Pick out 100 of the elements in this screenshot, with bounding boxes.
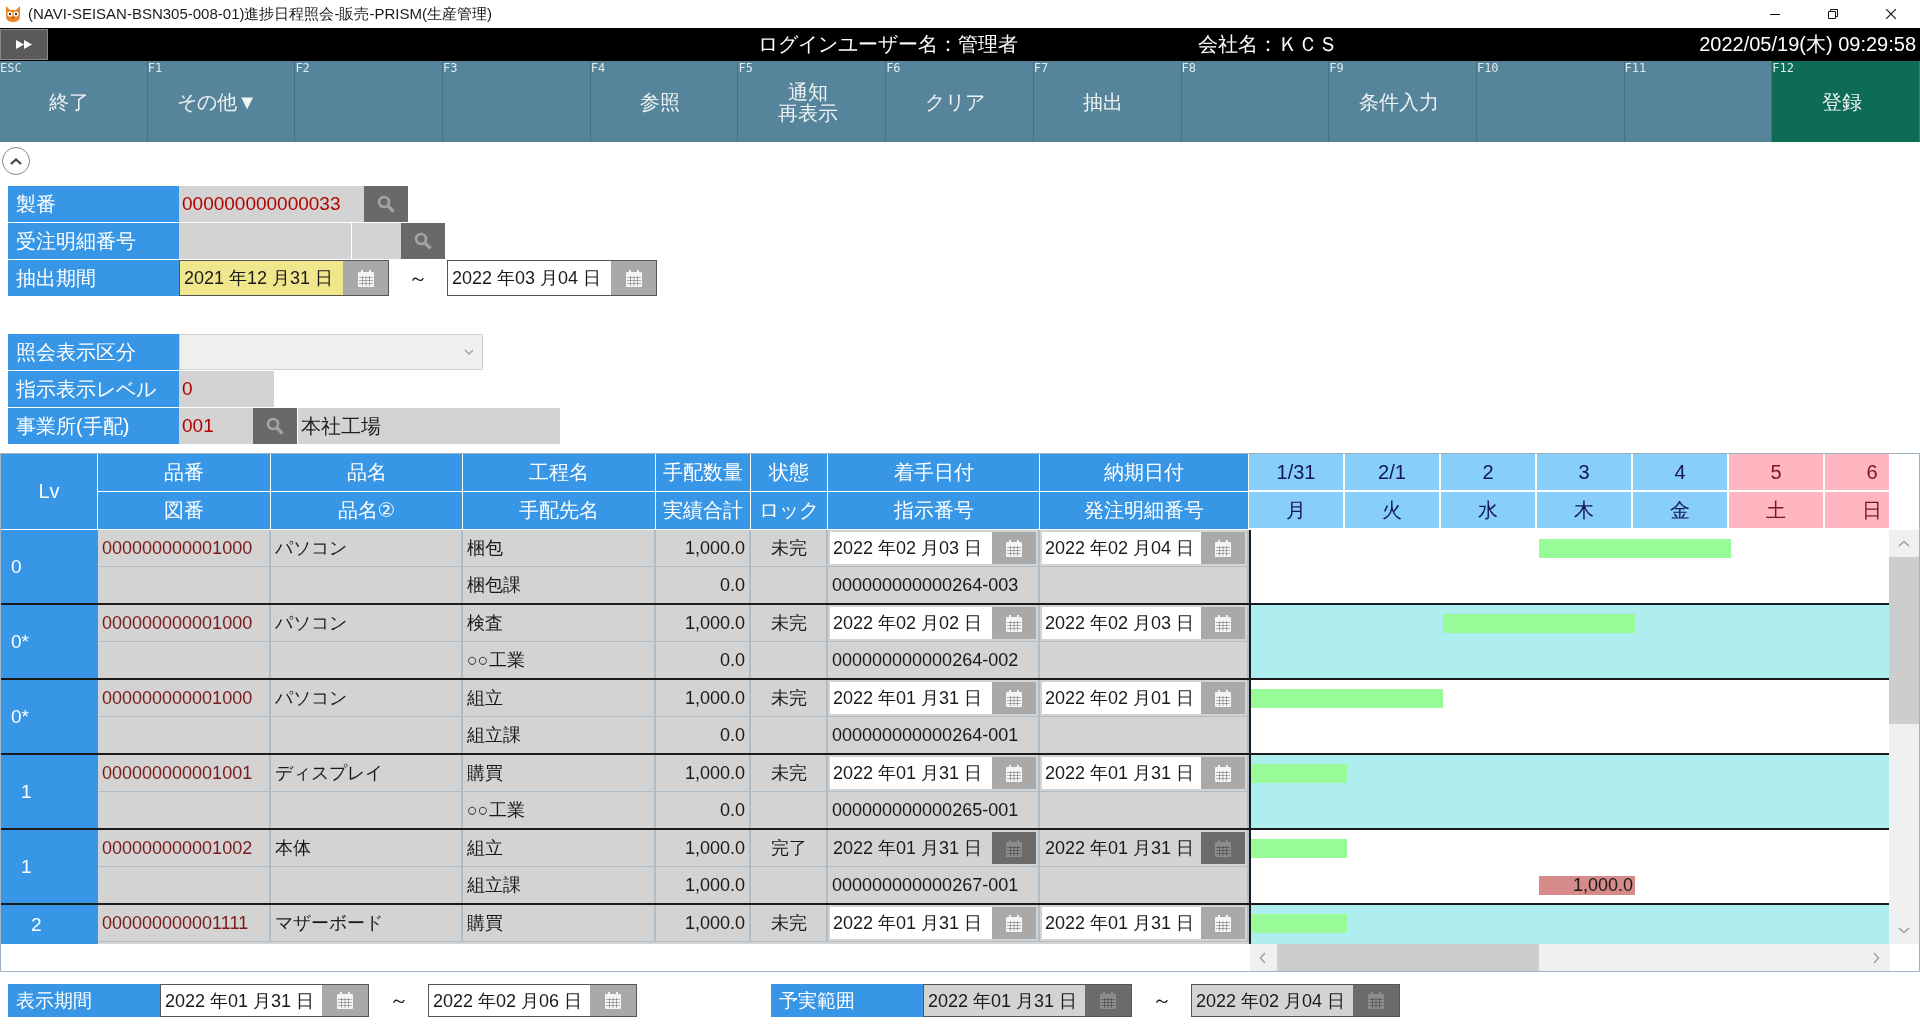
date-field[interactable]: 2022 年01 月31 日 — [830, 757, 992, 789]
date-field[interactable]: 2022 年02 月04 日 — [1042, 532, 1201, 564]
column-header: 発注明細番号 — [1040, 492, 1249, 530]
table-cell: ○○工業 — [463, 792, 656, 828]
table-cell: 組立 — [463, 680, 656, 717]
calendar-icon — [1215, 839, 1231, 857]
search-button[interactable] — [364, 186, 408, 222]
table-row[interactable]: 000000000001000 パソコン 検査 1,000.0 未完 2022 年02 月02 日 2022 年02 月03 日 ○○工業 0.0 000000000000264-002 — [98, 605, 1249, 678]
calendar-icon — [1215, 614, 1231, 632]
chevron-up-icon[interactable] — [1898, 540, 1910, 547]
table-cell: 1,000.0 — [656, 755, 751, 792]
function-key-button[interactable]: F1 その他▼ — [147, 61, 296, 142]
vertical-scrollbar[interactable] — [1889, 530, 1919, 944]
calendar-icon — [1215, 764, 1231, 782]
calendar-icon — [1006, 764, 1022, 782]
serial-number-field[interactable]: 000000000000033 — [179, 186, 364, 222]
weekday-header: 水 — [1441, 492, 1537, 530]
date-field[interactable]: 2022 年01 月31 日 — [830, 682, 992, 714]
field-label: 照会表示区分 — [8, 334, 179, 370]
date-field[interactable]: 2022 年02 月03 日 — [830, 532, 992, 564]
date-field[interactable]: 2022 年02 月03 日 — [1042, 607, 1201, 639]
table-cell: 000000000000265-001 — [828, 792, 1040, 828]
table-cell: 000000000001002 — [98, 830, 271, 867]
table-cell: 000000000000267-001 — [828, 867, 1040, 903]
date-header: 4 — [1633, 454, 1729, 492]
dropdown-field[interactable] — [179, 334, 483, 370]
table-cell: 購買 — [463, 905, 656, 942]
range-separator: ～ — [407, 265, 429, 291]
table-cell: 本体 — [271, 830, 463, 867]
table-cell: 組立 — [463, 830, 656, 867]
function-key-button[interactable]: ESC 終了 — [0, 61, 148, 142]
chevron-down-icon[interactable] — [1898, 927, 1910, 934]
table-cell: 000000000001001 — [98, 755, 271, 792]
scrollbar-thumb[interactable] — [1889, 557, 1919, 724]
column-header: 手配先名 — [463, 492, 656, 530]
level-cell: 2 — [1, 905, 98, 944]
table-row[interactable]: 000000000001000 パソコン 梱包 1,000.0 未完 2022 年02 月03 日 2022 年02 月04 日 梱包課 0.0 000000000000264-003 — [98, 530, 1249, 603]
level-field[interactable]: 0 — [179, 371, 274, 407]
site-code-field[interactable]: 001 — [179, 408, 253, 444]
owl-icon — [4, 5, 22, 23]
level-cell: 0 — [1, 530, 98, 603]
column-header: Lv — [1, 454, 98, 530]
date-field[interactable]: 2022 年01 月31 日 — [1042, 757, 1201, 789]
table-row[interactable]: 000000000001001 ディスプレイ 購買 1,000.0 未完 2022 年01 月31 日 2022 年01 月31 日 ○○工業 0.0 000000000000265-001 — [98, 755, 1249, 828]
table-cell: 000000000001000 — [98, 680, 271, 717]
function-key-button[interactable]: F4 参照 — [590, 61, 739, 142]
chevron-left-icon[interactable] — [1259, 951, 1266, 964]
table-cell: パソコン — [271, 680, 463, 717]
level-cell: 0* — [1, 680, 98, 753]
chevron-right-icon[interactable] — [1873, 951, 1880, 964]
table-cell: ○○工業 — [463, 642, 656, 678]
table-cell: 組立課 — [463, 867, 656, 903]
date-field[interactable]: 2022 年02 月01 日 — [1042, 682, 1201, 714]
calendar-icon — [1006, 914, 1022, 932]
date-header: 5 — [1729, 454, 1825, 492]
weekday-header: 火 — [1345, 492, 1441, 530]
column-header: 指示番号 — [828, 492, 1040, 530]
table-cell: 未完 — [751, 680, 828, 717]
function-key-button[interactable]: F9 条件入力 — [1329, 61, 1477, 142]
function-key-button[interactable]: F6 クリア — [886, 61, 1034, 142]
field-label: 指示表示レベル — [8, 371, 179, 407]
date-field[interactable]: 2022 年02 月02 日 — [830, 607, 992, 639]
column-header: 品名② — [271, 492, 463, 530]
scrollbar-thumb[interactable] — [1277, 944, 1539, 971]
table-cell: 組立課 — [463, 717, 656, 753]
field-label: 受注明細番号 — [8, 223, 179, 259]
calendar-icon — [1215, 539, 1231, 557]
window-title: (NAVI-SEISAN-BSN305-008-01)進捗日程照会-販売-PRISM(生産管理) — [28, 4, 492, 24]
function-key-button[interactable]: F7 抽出 — [1033, 61, 1182, 142]
column-header: 着手日付 — [828, 454, 1040, 492]
horizontal-scrollbar[interactable] — [1250, 944, 1890, 971]
table-row[interactable]: 000000000001000 パソコン 組立 1,000.0 未完 2022 年01 月31 日 2022 年02 月01 日 組立課 0.0 000000000000264-001 — [98, 680, 1249, 753]
search-button[interactable] — [401, 223, 445, 259]
table-cell: 1,000.0 — [656, 905, 751, 942]
column-header: 実績合計 — [656, 492, 751, 530]
collapse-button[interactable] — [2, 147, 30, 175]
table-cell: 未完 — [751, 905, 828, 942]
expand-button[interactable] — [0, 29, 48, 60]
range-separator: ～ — [387, 988, 410, 1013]
input-field[interactable] — [352, 223, 401, 259]
calendar-icon — [1006, 614, 1022, 632]
function-key-button[interactable]: F12 登録 — [1772, 61, 1920, 142]
table-cell: パソコン — [271, 605, 463, 642]
table-cell: 梱包 — [463, 530, 656, 567]
column-header: 品番 — [98, 454, 271, 492]
minimize-icon — [1770, 13, 1780, 15]
table-cell: 0.0 — [656, 717, 751, 753]
input-field[interactable] — [179, 223, 351, 259]
table-cell: 梱包課 — [463, 567, 656, 603]
date-header: 1/31 — [1249, 454, 1345, 492]
calendar-icon — [1215, 689, 1231, 707]
function-key-button[interactable]: F5 通知 再表示 — [738, 61, 887, 142]
table-cell: 0.0 — [656, 642, 751, 678]
level-cell: 1 — [1, 830, 98, 903]
table-cell: ディスプレイ — [271, 755, 463, 792]
search-icon — [377, 195, 395, 213]
table-cell: 未完 — [751, 755, 828, 792]
table-cell: 0.0 — [656, 567, 751, 603]
table-cell: 検査 — [463, 605, 656, 642]
search-button[interactable] — [253, 408, 297, 444]
